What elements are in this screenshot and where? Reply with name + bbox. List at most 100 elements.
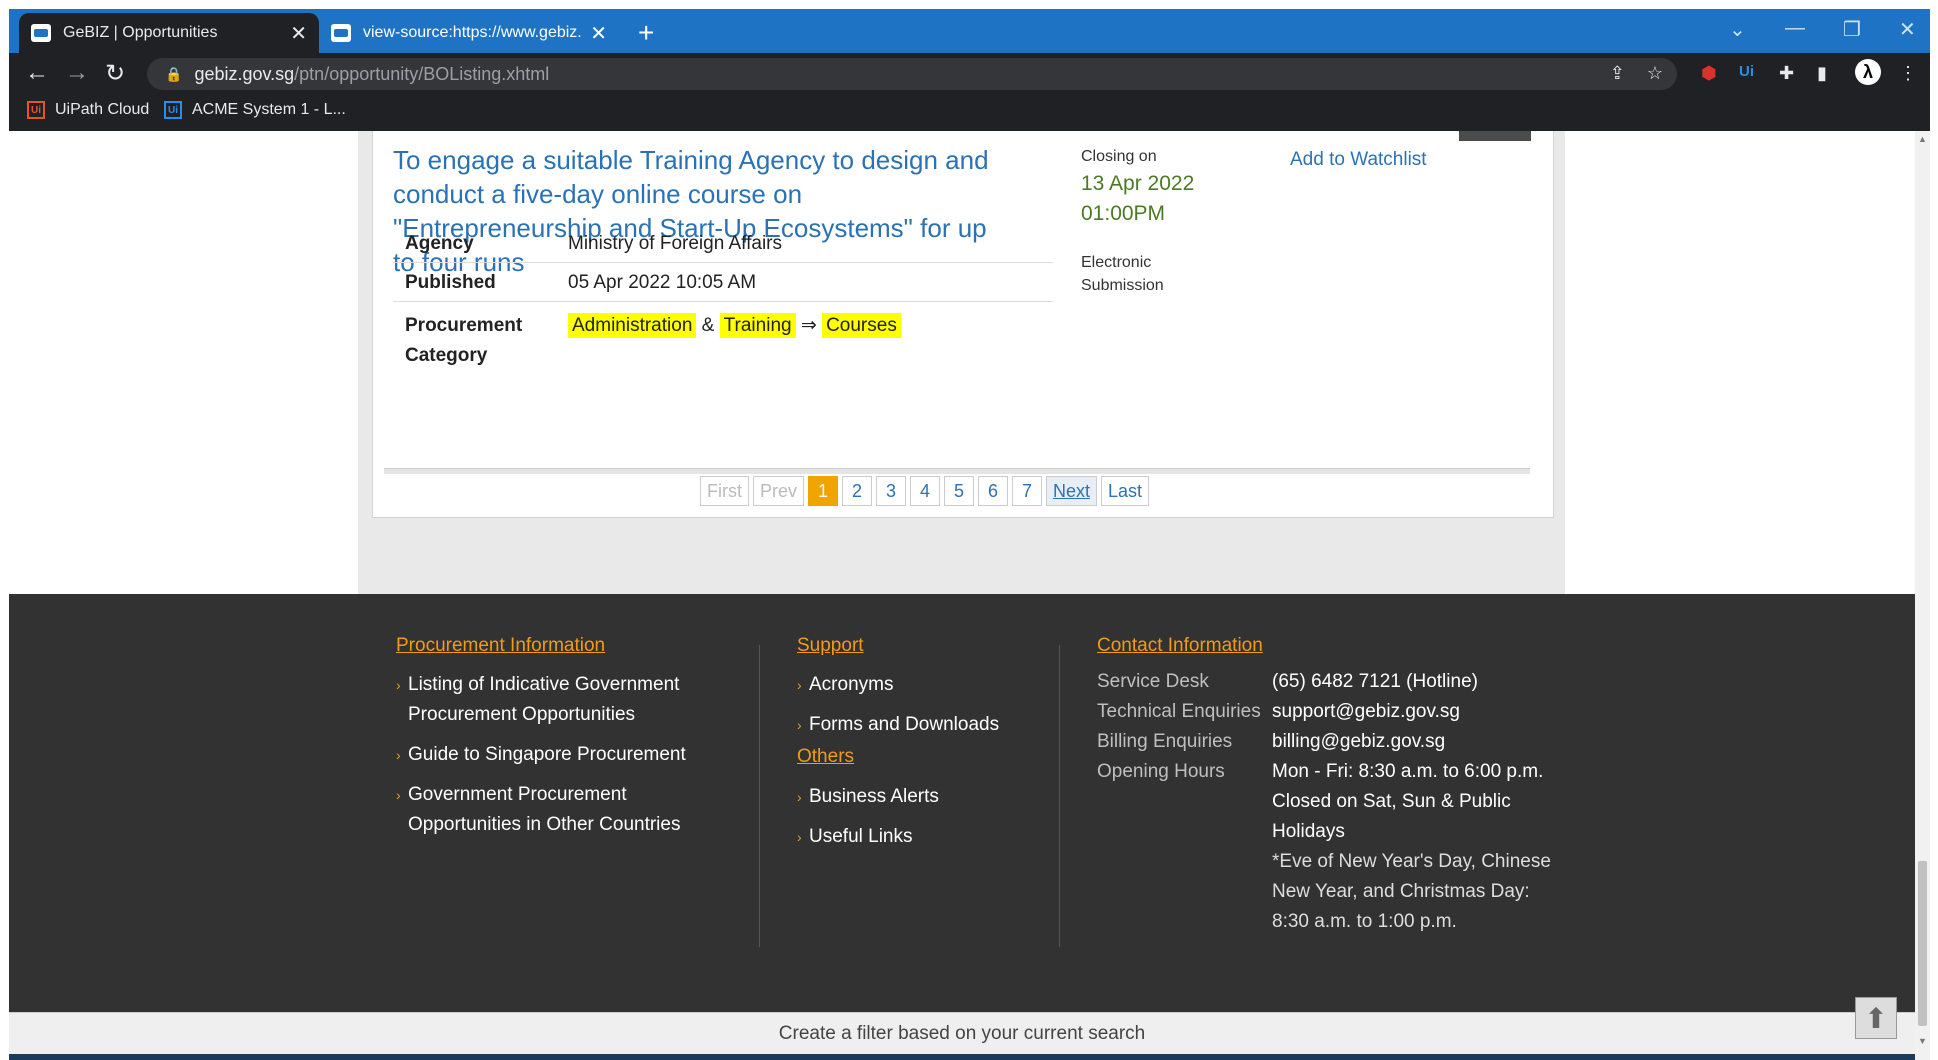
share-icon[interactable]: ⇪ [1610,63,1625,84]
page-button-7[interactable]: 7 [1012,476,1043,506]
footer-divider [759,645,760,947]
last-page-button[interactable]: Last [1101,476,1150,506]
close-window-icon[interactable]: ✕ [1899,17,1916,42]
bookmark-label: ACME System 1 - L... [192,101,346,118]
close-tab-icon[interactable]: ✕ [290,21,307,46]
submission-method: Electronic Submission [1081,251,1164,297]
footer-divider [1059,645,1060,947]
scroll-down-arrow-icon[interactable]: ▼ [1918,1036,1927,1046]
category-arrow: ⇒ [800,315,817,336]
address-bar[interactable]: 🔒 gebiz.gov.sg /ptn/opportunity/BOListin… [147,58,1677,90]
footer-link-indicative-listing[interactable]: › Listing of Indicative Government Procu… [396,670,679,730]
agency-label: Agency [405,233,474,254]
link-line: Opportunities in Other Countries [408,814,681,835]
service-desk-label: Service Desk [1097,671,1209,692]
published-label: Published [405,272,496,293]
footer-link-forms[interactable]: › Forms and Downloads [797,710,1000,740]
page-button-3[interactable]: 3 [876,476,907,506]
contact-info-heading: Contact Information [1097,635,1263,656]
footer-link-business-alerts[interactable]: › Business Alerts [797,782,939,812]
page-button-1[interactable]: 1 [808,476,839,506]
side-panel-icon[interactable]: ▮ [1817,63,1827,84]
extensions-puzzle-icon[interactable]: ✚ [1779,63,1794,84]
tech-enquiries-label: Technical Enquiries [1097,701,1261,722]
category-label-line: Category [405,345,488,366]
forward-icon[interactable]: → [65,59,89,87]
gebiz-favicon-icon [31,24,51,42]
billing-enquiries-label: Billing Enquiries [1097,731,1233,752]
submission-line: Electronic [1081,254,1152,271]
opening-hours-label: Opening Hours [1097,761,1225,782]
bookmark-acme-system[interactable]: Ui ACME System 1 - L... [164,101,346,119]
tab-bar: GeBIZ | Opportunities ✕ view-source:http… [9,9,1930,53]
page-button-5[interactable]: 5 [944,476,975,506]
prev-page-button[interactable]: Prev [753,476,805,506]
link-line: Procurement Opportunities [408,704,636,725]
support-heading: Support [797,635,864,656]
footer-link-other-countries[interactable]: › Government Procurement Opportunities i… [396,780,681,840]
closing-date: 13 Apr 2022 [1081,172,1195,195]
chevron-right-icon: › [797,789,802,805]
link-line: Forms and Downloads [809,714,1000,735]
others-heading: Others [797,746,855,767]
page-button-6[interactable]: 6 [978,476,1009,506]
row-divider [393,262,1053,263]
hours-line: Holidays [1272,821,1345,842]
browser-toolbar: ← → ↻ 🔒 gebiz.gov.sg /ptn/opportunity/BO… [9,53,1930,95]
reload-icon[interactable]: ↻ [105,59,125,88]
closing-datetime: 13 Apr 2022 01:00PM [1081,169,1194,229]
scroll-up-arrow-icon[interactable]: ▲ [1918,134,1927,144]
first-page-button[interactable]: First [700,476,749,506]
chevron-right-icon: › [797,829,802,845]
add-to-watchlist-link[interactable]: Add to Watchlist [1290,149,1427,171]
profile-avatar-icon[interactable]: λ [1855,59,1881,85]
web-page: To engage a suitable Training Agency to … [9,131,1930,1060]
footer-link-useful-links[interactable]: › Useful Links [797,822,913,852]
row-divider [393,301,1053,302]
uipath-extension-icon[interactable]: Ui [1739,63,1754,80]
chevron-right-icon: › [396,747,401,763]
page-button-2[interactable]: 2 [842,476,873,506]
new-tab-icon[interactable]: + [638,17,654,49]
page-button-4[interactable]: 4 [910,476,941,506]
lock-icon: 🔒 [165,65,183,82]
tab-view-source[interactable]: view-source:https://www.gebiz.g ✕ [319,13,619,53]
menu-kebab-icon[interactable]: ⋮ [1899,63,1917,84]
tab-search-icon[interactable]: ⌄ [1729,17,1746,42]
opportunity-title[interactable]: To engage a suitable Training Agency to … [393,143,993,279]
minimize-icon[interactable]: — [1785,17,1805,40]
tab-gebiz-opportunities[interactable]: GeBIZ | Opportunities ✕ [19,13,319,53]
category-courses: Courses [822,313,901,338]
chevron-right-icon: › [396,787,401,803]
list-divider [384,468,1530,474]
page-scrollbar[interactable]: ▲ ▼ [1915,131,1930,1060]
note-line: New Year, and Christmas Day: [1272,881,1530,902]
link-line: Acronyms [809,674,894,695]
service-desk-value: (65) 6482 7121 (Hotline) [1272,671,1478,692]
tab-title: GeBIZ | Opportunities [63,24,218,41]
ublock-extension-icon[interactable]: ⬢ [1701,63,1717,84]
footer-link-guide[interactable]: › Guide to Singapore Procurement [396,740,686,770]
create-filter-bar[interactable]: Create a filter based on your current se… [9,1012,1915,1055]
back-icon[interactable]: ← [25,59,49,87]
uipath-logo-icon: Ui [27,101,45,119]
agency-value: Ministry of Foreign Affairs [568,233,783,254]
hours-line: Mon - Fri: 8:30 a.m. to 6:00 p.m. [1272,761,1544,782]
next-page-button[interactable]: Next [1046,476,1098,506]
category-value: Administration & Training ⇒ Courses [568,311,901,341]
back-to-top-arrow-icon[interactable]: ⬆ [1855,997,1897,1039]
gebiz-favicon-icon [331,24,351,42]
bookmark-label: UiPath Cloud [55,101,150,118]
browser-window: GeBIZ | Opportunities ✕ view-source:http… [9,9,1930,1060]
close-tab-icon[interactable]: ✕ [590,21,607,46]
tech-enquiries-email[interactable]: support@gebiz.gov.sg [1272,697,1460,727]
billing-enquiries-email[interactable]: billing@gebiz.gov.sg [1272,727,1445,757]
bookmark-star-icon[interactable]: ☆ [1647,63,1663,84]
category-label: Procurement Category [405,311,522,371]
opening-hours-value: Mon - Fri: 8:30 a.m. to 6:00 p.m. Closed… [1272,757,1543,847]
holiday-note: *Eve of New Year's Day, Chinese New Year… [1272,847,1551,937]
footer-link-acronyms[interactable]: › Acronyms [797,670,894,700]
scrollbar-thumb[interactable] [1918,861,1927,1026]
bookmark-uipath-cloud[interactable]: Ui UiPath Cloud [27,101,149,119]
restore-icon[interactable]: ❐ [1843,17,1861,42]
